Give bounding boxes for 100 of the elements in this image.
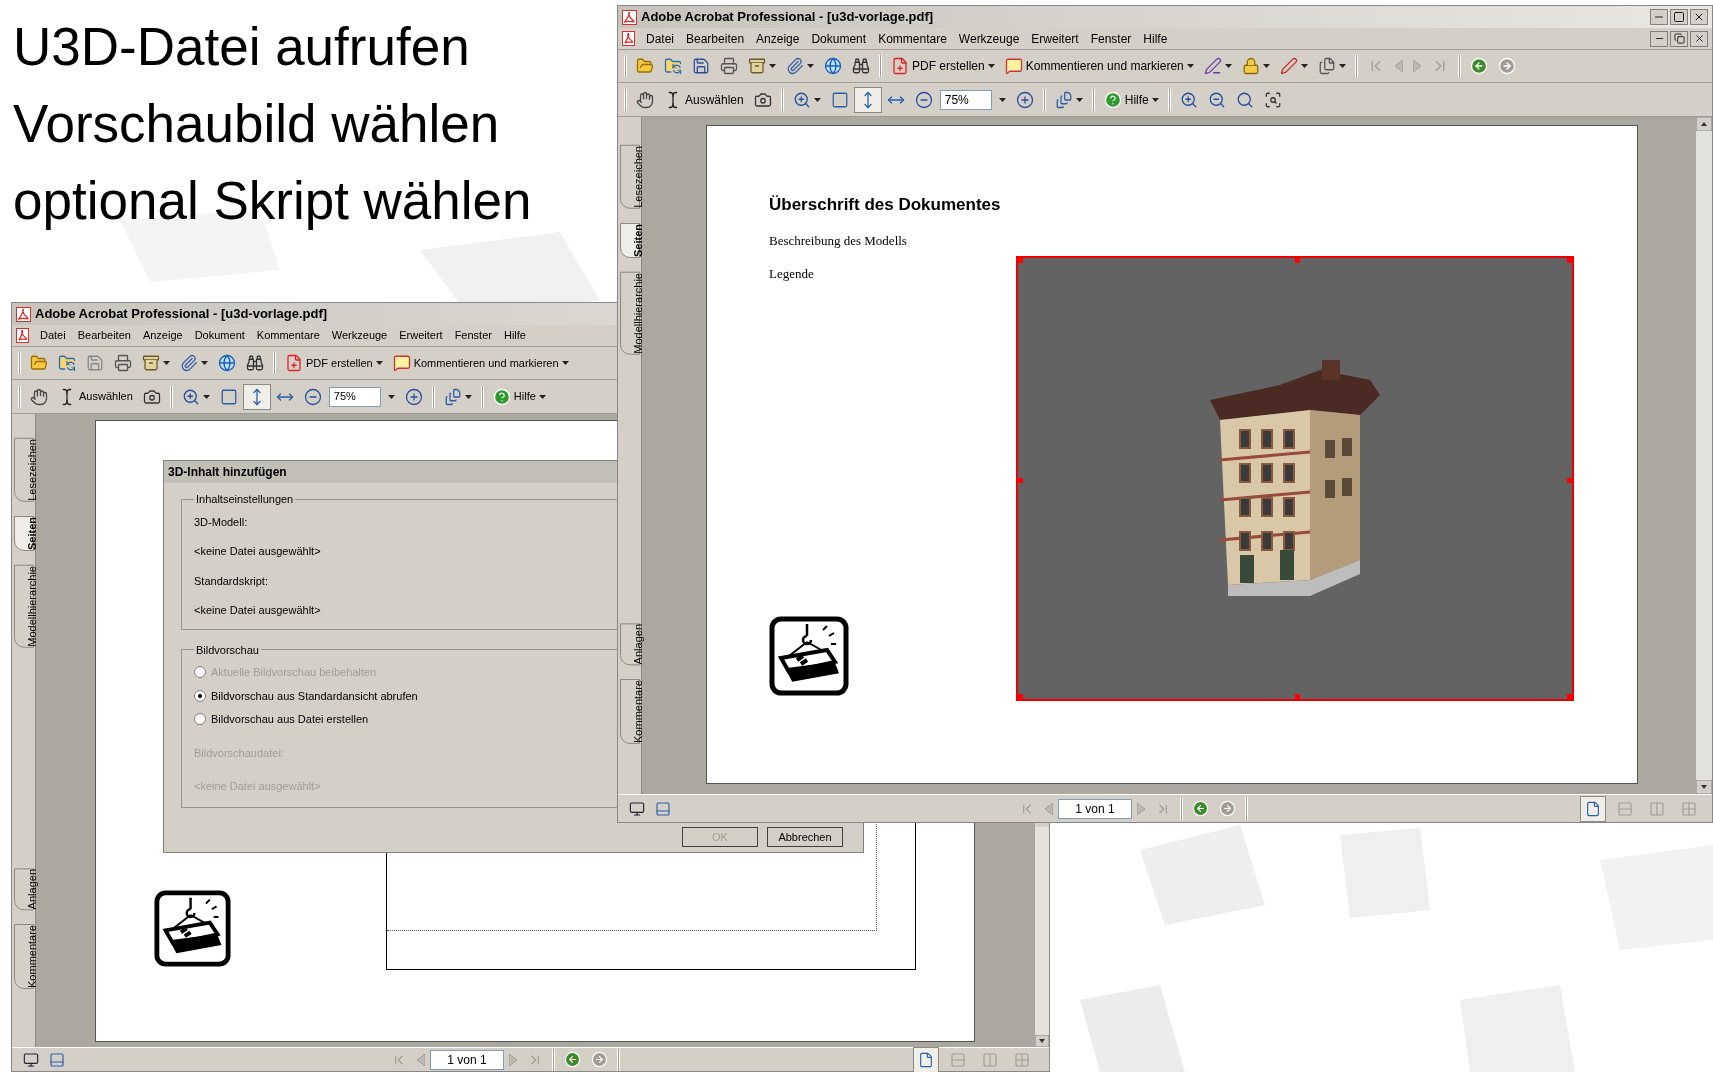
- save-icon: [692, 57, 710, 75]
- scrollbar[interactable]: [1035, 827, 1049, 1047]
- caret-icon: [998, 97, 1006, 102]
- maximize-button[interactable]: [1670, 9, 1688, 25]
- menu-item[interactable]: Datei: [640, 29, 680, 48]
- page-number-field[interactable]: 1 von 1: [1058, 798, 1132, 819]
- caret-icon: [1186, 64, 1194, 68]
- previous-icon: [417, 1053, 425, 1066]
- resize-handle[interactable]: [1567, 693, 1572, 699]
- lock-icon: [1241, 57, 1260, 75]
- menu-item[interactable]: Dokument: [188, 327, 251, 344]
- menu-item[interactable]: Hilfe: [497, 327, 532, 344]
- comment-icon: [392, 354, 411, 372]
- zoom-field[interactable]: 75%: [328, 386, 381, 407]
- folder-icon: [664, 57, 682, 75]
- document-heading: Überschrift des Dokumentes: [769, 194, 1001, 216]
- select-tool-button[interactable]: Auswählen: [53, 383, 138, 410]
- beam-sign-icon: [154, 890, 231, 967]
- radio-label: Bildvorschau aus Standardansicht abrufen: [211, 688, 418, 704]
- save-icon: [86, 354, 104, 372]
- zoom-field[interactable]: 75%: [939, 89, 992, 110]
- create-pdf-button[interactable]: PDF erstellen: [886, 53, 1000, 79]
- close-button[interactable]: [1690, 30, 1708, 47]
- next-icon: [1137, 802, 1145, 815]
- menu-item[interactable]: Werkzeuge: [952, 29, 1026, 48]
- globe-icon: [824, 57, 842, 75]
- side-tab[interactable]: Kommentare: [13, 924, 34, 989]
- side-tab[interactable]: Lesezeichen: [13, 438, 34, 502]
- pdf-icon: [891, 57, 909, 75]
- facing-layout-icon: [982, 1051, 998, 1068]
- caret-icon: [387, 394, 395, 399]
- slide-text: optional Skript wählen: [13, 170, 532, 232]
- resize-handle[interactable]: [1018, 257, 1023, 263]
- caret-icon: [561, 361, 569, 365]
- menu-item[interactable]: Anzeige: [136, 327, 189, 344]
- help-icon: [1103, 90, 1122, 109]
- menu-item[interactable]: Fenster: [1084, 29, 1138, 48]
- menu-item[interactable]: Dokument: [805, 29, 873, 48]
- help-button[interactable]: Hilfe: [487, 383, 551, 410]
- menu-item[interactable]: Kommentare: [872, 29, 953, 48]
- zoom-in-icon: [1179, 90, 1198, 109]
- menu-item[interactable]: Erweitert: [1025, 29, 1085, 48]
- document-text: Beschreibung des Modells: [769, 231, 907, 250]
- zoom-out-icon: [1207, 90, 1226, 109]
- resize-handle[interactable]: [1018, 478, 1023, 483]
- close-icon: [1693, 33, 1705, 44]
- archive-icon: [142, 354, 160, 372]
- resize-handle[interactable]: [1567, 478, 1572, 483]
- help-button[interactable]: Hilfe: [1098, 86, 1164, 113]
- scrollbar[interactable]: [1696, 117, 1712, 794]
- select-tool-button[interactable]: Auswählen: [659, 86, 749, 113]
- pen-icon: [1203, 57, 1222, 75]
- side-tab[interactable]: Kommentare: [619, 679, 640, 744]
- caret-icon: [163, 361, 170, 365]
- resize-handle[interactable]: [1295, 693, 1300, 699]
- dialog-button[interactable]: Abbrechen: [767, 827, 843, 847]
- close-button[interactable]: [1690, 9, 1708, 25]
- single-page-button[interactable]: [1580, 795, 1606, 822]
- side-tab[interactable]: Modellhierarchie: [13, 564, 34, 648]
- restore-button[interactable]: [1670, 30, 1688, 47]
- menu-item[interactable]: Fenster: [448, 327, 498, 344]
- help-icon: [492, 387, 511, 406]
- comment-button[interactable]: Kommentieren und markieren: [387, 350, 574, 376]
- document-icon: [16, 328, 30, 343]
- side-tab[interactable]: Seiten: [13, 515, 34, 551]
- menu-item[interactable]: Hilfe: [1137, 29, 1174, 48]
- resize-handle[interactable]: [1567, 257, 1572, 263]
- printer-icon: [114, 354, 132, 372]
- menu-item[interactable]: Bearbeiten: [71, 327, 137, 344]
- caret-icon: [987, 64, 995, 68]
- side-tab[interactable]: Lesezeichen: [619, 145, 640, 209]
- page-number-field[interactable]: 1 von 1: [430, 1049, 504, 1070]
- comment-button[interactable]: Kommentieren und markieren: [999, 53, 1199, 79]
- single-page-button[interactable]: [913, 1046, 939, 1072]
- field-label: Standardskript:: [194, 573, 269, 589]
- resize-handle[interactable]: [1295, 257, 1300, 263]
- minimize-button[interactable]: [1650, 30, 1668, 47]
- menu-item[interactable]: Kommentare: [250, 327, 326, 344]
- restore-icon: [1673, 33, 1685, 44]
- continuous-facing-layout-icon: [1681, 800, 1697, 817]
- fit-height-button[interactable]: [242, 383, 271, 410]
- menu-item[interactable]: Anzeige: [750, 29, 806, 48]
- folder-icon: [636, 57, 654, 75]
- menu-item[interactable]: Erweitert: [393, 327, 449, 344]
- menu-item[interactable]: Werkzeuge: [325, 327, 394, 344]
- create-pdf-button[interactable]: PDF erstellen: [280, 350, 388, 376]
- side-tab[interactable]: Seiten: [619, 222, 640, 258]
- menu-item[interactable]: Datei: [34, 327, 72, 344]
- menu-item[interactable]: Bearbeiten: [680, 29, 751, 48]
- caret-icon: [201, 361, 208, 365]
- printer-icon: [720, 57, 738, 75]
- radio-button[interactable]: [194, 713, 206, 726]
- side-tab[interactable]: Modellhierarchie: [619, 271, 640, 355]
- folder-icon: [30, 354, 48, 372]
- resize-handle[interactable]: [1018, 693, 1023, 699]
- radio-button[interactable]: [194, 689, 206, 702]
- fit-height-button[interactable]: [853, 86, 882, 113]
- monitor-icon: [629, 800, 645, 817]
- single-layout-icon: [918, 1051, 934, 1068]
- camera-icon: [142, 387, 161, 406]
